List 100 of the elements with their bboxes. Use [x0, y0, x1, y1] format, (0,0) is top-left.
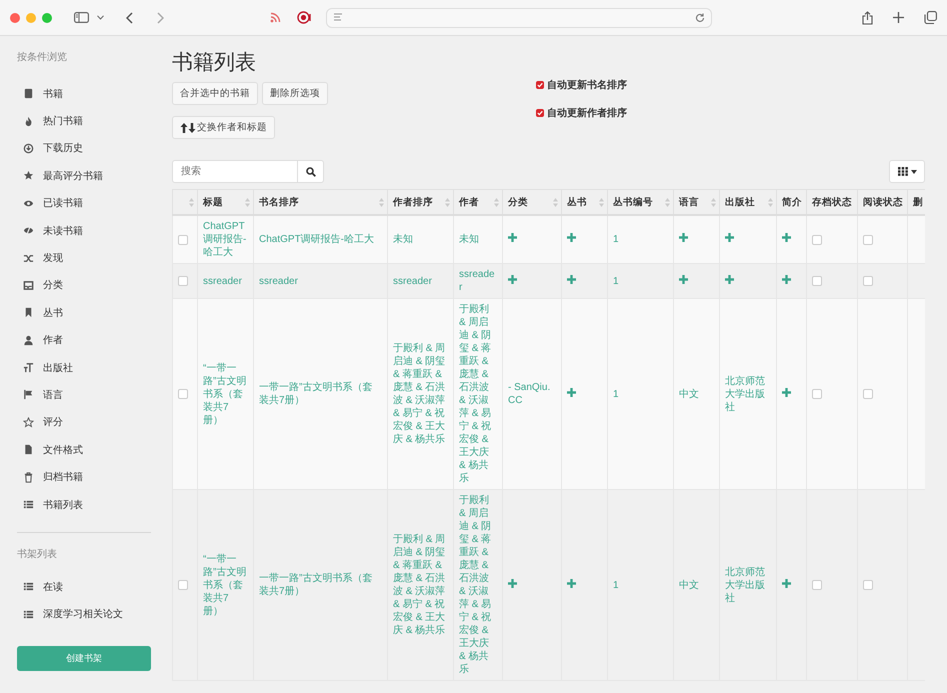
- file-icon: [23, 444, 34, 456]
- checkbox[interactable]: [812, 234, 822, 244]
- shelf-item[interactable]: 在读: [17, 573, 151, 601]
- sidebar-item[interactable]: 书籍: [17, 80, 151, 108]
- caret-icon: [910, 170, 916, 174]
- person-icon: [23, 334, 34, 346]
- sidebar-item[interactable]: 下载历史: [17, 134, 151, 162]
- sidebar-item[interactable]: 丛书: [17, 299, 151, 327]
- sort-icon[interactable]: [379, 198, 384, 207]
- close-button[interactable]: [10, 12, 20, 22]
- search-field[interactable]: 搜索: [172, 160, 298, 183]
- plus-icon[interactable]: [679, 274, 688, 284]
- plus-icon[interactable]: [782, 274, 791, 284]
- sort-icon[interactable]: [768, 198, 773, 207]
- swap-button[interactable]: 交换作者和标题: [172, 116, 275, 139]
- sort-icon[interactable]: [711, 198, 716, 207]
- forward-icon[interactable]: [157, 12, 164, 24]
- plus-icon[interactable]: [567, 388, 576, 396]
- sort-icon[interactable]: [445, 198, 450, 207]
- sidebar-item[interactable]: 分类: [17, 272, 151, 300]
- sidebar-item[interactable]: 热门书籍: [17, 107, 151, 135]
- checkbox[interactable]: [178, 389, 188, 399]
- checkbox[interactable]: [812, 580, 822, 590]
- sort-icon[interactable]: [665, 198, 670, 207]
- checkbox[interactable]: [863, 389, 873, 399]
- zoom-button[interactable]: [42, 12, 52, 22]
- sidebar-item[interactable]: 已读书籍: [17, 190, 151, 217]
- page-icon: [333, 13, 343, 22]
- option-label: 自动更新作者排序: [547, 106, 627, 120]
- action-button[interactable]: 合并选中的书籍: [172, 82, 258, 105]
- checkbox[interactable]: [863, 276, 873, 286]
- plus-icon[interactable]: [782, 388, 791, 396]
- inbox-icon: [23, 280, 34, 291]
- new-tab-icon[interactable]: [893, 12, 904, 23]
- search-button[interactable]: [298, 160, 324, 183]
- sidebar-item[interactable]: 文件格式: [17, 436, 151, 464]
- sidebar-icon[interactable]: [74, 12, 89, 23]
- sidebar-item[interactable]: 归档书籍: [17, 463, 151, 491]
- plus-icon[interactable]: [679, 233, 688, 242]
- checkbox[interactable]: [812, 389, 822, 399]
- shuffle-icon: [23, 252, 34, 264]
- plus-icon[interactable]: [567, 274, 576, 284]
- tabs-overview-icon[interactable]: [924, 11, 937, 24]
- plus-icon[interactable]: [567, 578, 576, 588]
- sort-icon[interactable]: [553, 198, 558, 207]
- sidebar-item[interactable]: 作者: [17, 326, 151, 354]
- option-label: 自动更新书名排序: [547, 78, 627, 92]
- list-icon: [23, 499, 34, 510]
- sidebar-item[interactable]: 语言: [17, 381, 151, 409]
- star-outline-icon: [23, 416, 34, 428]
- sidebar-heading: 书架列表: [17, 548, 58, 562]
- sidebar-item[interactable]: 发现: [17, 244, 151, 272]
- reload-icon[interactable]: [695, 12, 705, 22]
- rss-icon[interactable]: [270, 12, 281, 23]
- column-header[interactable]: 书名排序: [259, 196, 299, 208]
- shelf-item[interactable]: 深度学习相关论文: [17, 600, 151, 628]
- plus-icon[interactable]: [782, 578, 791, 588]
- share-icon[interactable]: [862, 10, 873, 24]
- plus-icon[interactable]: [508, 578, 517, 588]
- checkbox[interactable]: [178, 234, 188, 244]
- flag-icon: [23, 389, 34, 400]
- checkbox[interactable]: [863, 580, 873, 590]
- sort-icon[interactable]: [245, 198, 250, 207]
- back-icon[interactable]: [126, 12, 133, 24]
- checkbox[interactable]: [812, 276, 822, 286]
- sort-icon[interactable]: [599, 198, 604, 207]
- sidebar-item[interactable]: 评分: [17, 408, 151, 436]
- flame-icon: [23, 116, 34, 127]
- sort-icon[interactable]: [494, 198, 499, 207]
- checkbox[interactable]: [178, 276, 188, 286]
- star-icon: [23, 170, 34, 182]
- record-icon[interactable]: [297, 11, 312, 24]
- sort-icon[interactable]: [189, 198, 194, 207]
- up-down-arrows-icon: [180, 122, 196, 132]
- plus-icon[interactable]: [725, 274, 734, 284]
- sidebar-item[interactable]: 书籍列表: [17, 490, 151, 518]
- plus-icon[interactable]: [725, 233, 734, 242]
- column-header[interactable]: 标题: [203, 196, 223, 208]
- plus-icon[interactable]: [508, 233, 517, 242]
- checkbox[interactable]: [863, 234, 873, 244]
- action-button[interactable]: 删除所选项: [262, 82, 328, 105]
- sidebar-item[interactable]: 出版社: [17, 354, 151, 382]
- sidebar-item[interactable]: 未读书籍: [17, 216, 151, 244]
- column-header[interactable]: 分类: [508, 196, 528, 208]
- eye-slash-icon: [23, 225, 34, 236]
- list-icon: [23, 581, 34, 592]
- bookmark-icon: [23, 307, 34, 318]
- columns-button[interactable]: [889, 160, 925, 183]
- minimize-button[interactable]: [26, 12, 36, 22]
- grid-icon: [898, 167, 908, 176]
- sidebar-heading: 按条件浏览: [17, 50, 68, 64]
- plus-icon[interactable]: [567, 233, 576, 242]
- checkbox[interactable]: [178, 580, 188, 590]
- page-title: 书籍列表: [172, 50, 257, 76]
- plus-icon[interactable]: [508, 274, 517, 284]
- plus-icon[interactable]: [782, 233, 791, 242]
- sidebar-item[interactable]: 最高评分书籍: [17, 162, 151, 190]
- list-icon: [23, 608, 34, 620]
- address-field[interactable]: [326, 8, 712, 28]
- chevron-down-icon[interactable]: [97, 15, 104, 20]
